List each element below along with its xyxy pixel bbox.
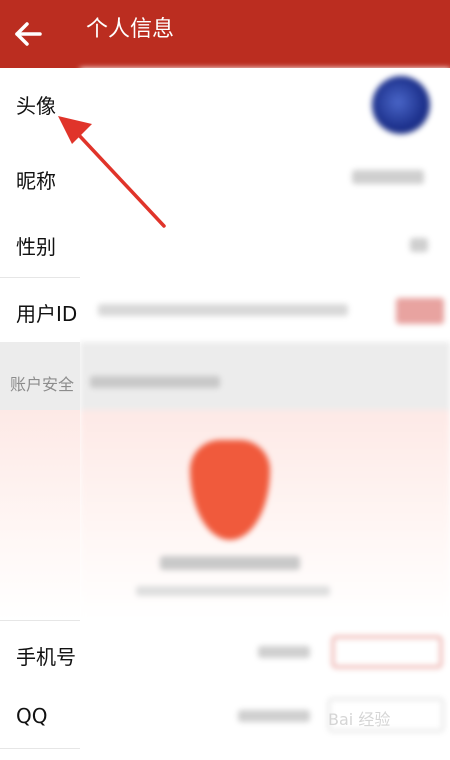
section-header-blurred: [80, 342, 450, 410]
nickname-row-value[interactable]: [80, 142, 450, 210]
row-label-qq: QQ: [16, 704, 48, 728]
row-nickname[interactable]: 昵称: [0, 142, 80, 211]
row-qq[interactable]: QQ: [0, 684, 80, 749]
row-label-user-id: 用户ID: [16, 302, 78, 326]
obscured-content: [80, 68, 450, 760]
arrow-left-icon: [15, 22, 42, 46]
avatar: [372, 76, 430, 134]
security-panel: [80, 410, 450, 620]
gender-row-value[interactable]: [80, 210, 450, 278]
phone-row-value[interactable]: [80, 620, 450, 684]
row-phone[interactable]: 手机号: [0, 620, 80, 685]
row-label-avatar: 头像: [16, 94, 56, 118]
shield-icon: [190, 440, 270, 540]
info-list: 头像 昵称 性别 用户ID 账户安全 手机号 QQ: [0, 68, 80, 760]
row-avatar[interactable]: 头像: [0, 68, 80, 142]
back-button[interactable]: [10, 14, 50, 54]
qq-row-value[interactable]: [80, 684, 450, 748]
user-id-row-value[interactable]: [80, 278, 450, 342]
page-title: 个人信息: [86, 17, 175, 42]
avatar-row-value[interactable]: [80, 68, 450, 142]
row-label-nickname: 昵称: [16, 169, 56, 193]
watermark: Bai 经验: [328, 710, 391, 729]
section-header: 账户安全: [0, 342, 80, 410]
security-panel-left: [0, 410, 80, 620]
app-header: 个人信息: [0, 0, 450, 68]
row-gender[interactable]: 性别: [0, 210, 80, 278]
row-label-gender: 性别: [16, 235, 56, 259]
section-label-account-security: 账户安全: [10, 375, 75, 394]
row-label-phone: 手机号: [16, 645, 76, 669]
row-user-id[interactable]: 用户ID: [0, 278, 80, 342]
